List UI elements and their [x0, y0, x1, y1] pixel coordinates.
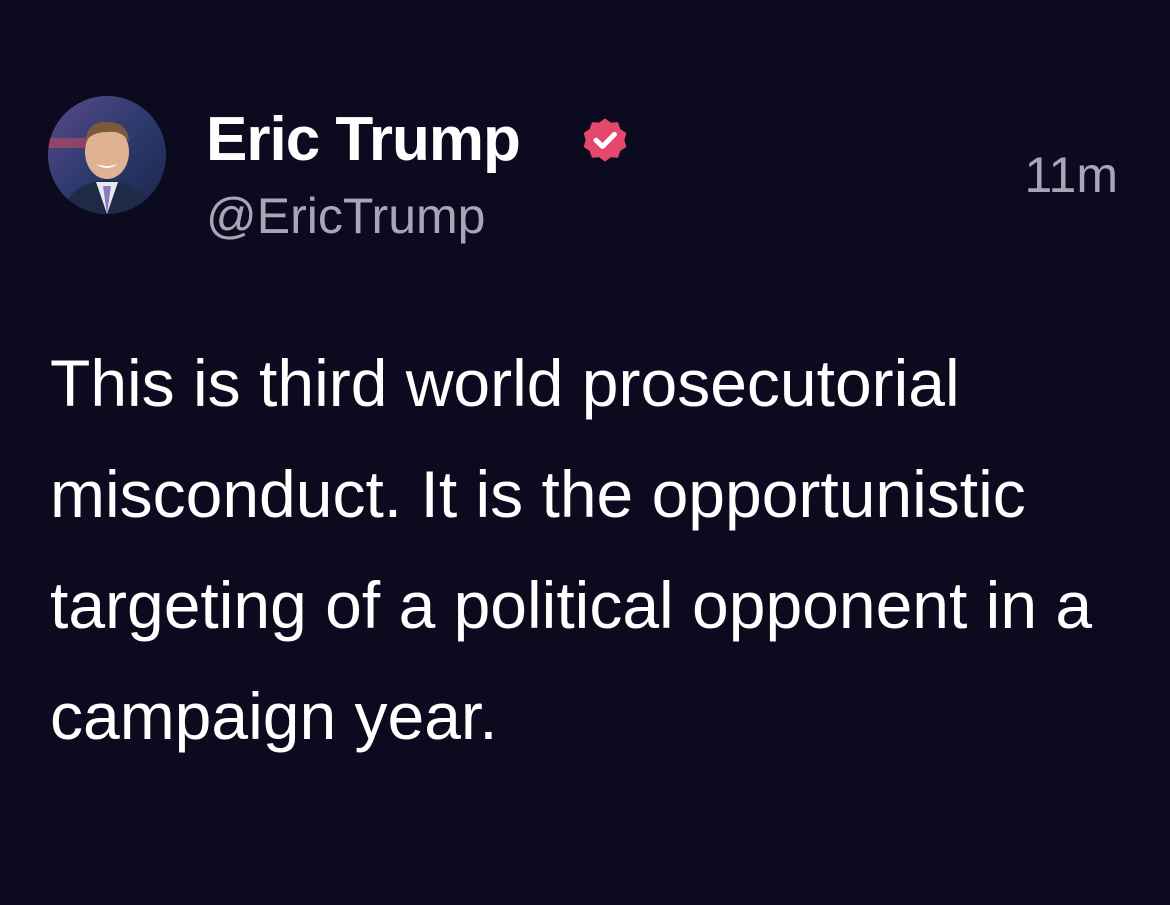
post-card: Eric Trump @EricTrump 11m This is third … — [0, 0, 1170, 905]
avatar[interactable] — [48, 96, 166, 214]
author-display-name[interactable]: Eric Trump — [206, 104, 521, 176]
verified-badge-icon — [583, 118, 627, 162]
post-timestamp[interactable]: 11m — [1024, 145, 1118, 205]
author-handle[interactable]: @EricTrump — [206, 186, 485, 246]
post-body-text: This is third world prosecutorial miscon… — [50, 346, 1093, 753]
